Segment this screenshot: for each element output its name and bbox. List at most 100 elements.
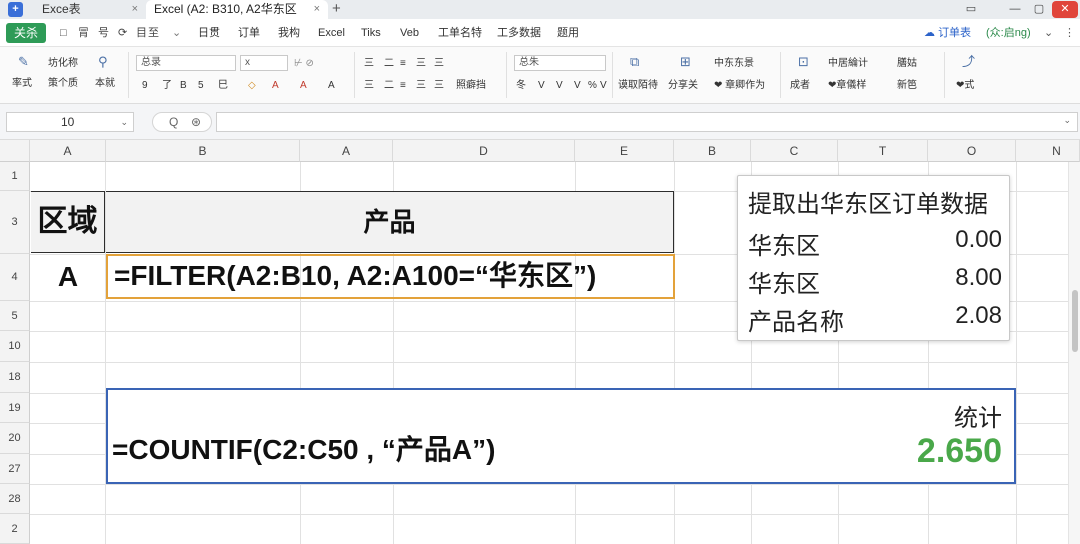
more-icon[interactable]: ⌄: [172, 25, 181, 41]
border-button[interactable]: 巳: [218, 79, 228, 92]
tool-label-1[interactable]: 坊化称: [48, 57, 78, 70]
number-tool-2[interactable]: V: [538, 79, 545, 92]
name-box[interactable]: 10 ⌄: [6, 112, 134, 132]
style-button[interactable]: ❤章儀样: [828, 79, 866, 92]
orders-button[interactable]: ☁ 订单表: [924, 25, 971, 41]
row-header[interactable]: 19: [0, 393, 30, 423]
align-right-icon[interactable]: ≡: [400, 79, 406, 92]
number-format-select[interactable]: 总朱: [514, 55, 606, 71]
distribute-icon[interactable]: 三: [434, 79, 444, 92]
menu-item-3[interactable]: 我构: [278, 25, 300, 41]
open-icon[interactable]: 冐: [78, 25, 89, 41]
save-icon[interactable]: 号: [98, 25, 109, 41]
insert-button[interactable]: 成者: [790, 79, 810, 92]
tab-close-icon[interactable]: ×: [132, 0, 138, 19]
text-effect-icon[interactable]: A: [328, 79, 335, 92]
row-header[interactable]: 27: [0, 454, 30, 484]
font-color-icon[interactable]: A: [272, 79, 279, 92]
tool-label-2[interactable]: 策个质: [48, 77, 78, 90]
column-header[interactable]: O: [928, 140, 1016, 162]
tab-excel-table[interactable]: Exce表 ×: [34, 0, 146, 19]
number-tool-3[interactable]: V: [556, 79, 563, 92]
number-tool-1[interactable]: 冬: [516, 79, 526, 92]
row-header[interactable]: 10: [0, 331, 30, 362]
column-header[interactable]: B: [106, 140, 300, 162]
minimize-icon[interactable]: —: [1004, 0, 1026, 19]
chevron-down-icon[interactable]: ⌄: [1063, 115, 1071, 126]
bold-button[interactable]: 9: [142, 79, 148, 92]
row-header[interactable]: 2: [0, 514, 30, 544]
layout-icon[interactable]: ▭: [960, 0, 982, 19]
cell-product-header[interactable]: 产品: [106, 191, 674, 253]
scrollbar-thumb[interactable]: [1072, 290, 1078, 352]
extra-button[interactable]: ❤式: [956, 79, 974, 92]
menu-item-2[interactable]: 订单: [238, 25, 260, 41]
close-window-icon[interactable]: ✕: [1052, 1, 1078, 18]
underline-button[interactable]: B: [180, 79, 187, 92]
format-painter-icon[interactable]: ✎: [18, 55, 29, 69]
cell-region-header[interactable]: 区域: [31, 191, 105, 253]
indent-icon[interactable]: 三: [416, 57, 426, 70]
menu-item-8[interactable]: 工多数据: [497, 25, 541, 41]
stats-button[interactable]: 中居綸计: [828, 57, 868, 70]
share-icon[interactable]: ⊞: [680, 55, 691, 69]
extract-button[interactable]: 谟取陌待: [618, 79, 658, 92]
row-header[interactable]: 18: [0, 362, 30, 393]
new-button[interactable]: 新笆: [897, 79, 917, 92]
percent-icon[interactable]: %: [588, 79, 597, 92]
expand-icon[interactable]: ⌄: [1044, 25, 1053, 41]
menu-item-9[interactable]: 题用: [557, 25, 579, 41]
column-header[interactable]: T: [838, 140, 928, 162]
row-header[interactable]: 1: [0, 162, 30, 191]
user-account[interactable]: (众:启ng): [986, 25, 1031, 41]
align-middle-icon[interactable]: 二: [384, 57, 394, 70]
menu-item-veb[interactable]: Veb: [400, 25, 419, 41]
share-button[interactable]: 分享关: [668, 79, 698, 92]
menu-item-7[interactable]: 工单名特: [438, 25, 482, 41]
align-center-icon[interactable]: 二: [384, 79, 394, 92]
app-logo-icon[interactable]: +: [8, 2, 23, 17]
menu-item-1[interactable]: 日贯: [198, 25, 220, 41]
chevron-down-icon[interactable]: ⌄: [120, 113, 128, 131]
format-label[interactable]: 率式: [12, 77, 32, 90]
outdent-icon[interactable]: 三: [434, 57, 444, 70]
group-button[interactable]: 中东东景: [714, 57, 754, 70]
extra-icon[interactable]: ⤴: [962, 55, 975, 69]
tab-close-icon[interactable]: ×: [314, 0, 320, 19]
clear-format-icon[interactable]: ⊬ ⊘: [294, 57, 314, 70]
cell-button[interactable]: 膳姑: [897, 57, 917, 70]
zoom-icon[interactable]: Q: [169, 113, 178, 131]
column-header[interactable]: B: [674, 140, 751, 162]
font-size-select[interactable]: x: [240, 55, 288, 71]
insert-icon[interactable]: ⊡: [798, 55, 809, 69]
column-header[interactable]: A: [30, 140, 106, 162]
select-all-corner[interactable]: [0, 140, 30, 162]
column-header[interactable]: C: [751, 140, 838, 162]
vertical-scrollbar[interactable]: [1068, 162, 1080, 544]
start-button[interactable]: 关杀: [6, 23, 46, 43]
wrap-text-button[interactable]: 照癖挡: [456, 79, 486, 92]
redo-icon[interactable]: ⟳: [118, 25, 127, 41]
row-header[interactable]: 20: [0, 423, 30, 454]
column-header[interactable]: D: [393, 140, 575, 162]
strike-button[interactable]: 5: [198, 79, 204, 92]
row-header[interactable]: 5: [0, 301, 30, 331]
number-tool-6[interactable]: V: [600, 79, 607, 92]
fill-color-icon[interactable]: ◇: [248, 79, 256, 92]
column-header[interactable]: N: [1016, 140, 1080, 162]
number-tool-4[interactable]: V: [574, 79, 581, 92]
formula-input[interactable]: ⌄: [216, 112, 1078, 132]
cell-filter-formula[interactable]: =FILTER(A2:B10, A2:A100=“华东区”): [106, 254, 675, 299]
column-header[interactable]: A: [300, 140, 393, 162]
font-name-select[interactable]: 总录: [136, 55, 236, 71]
menu-item-excel[interactable]: Excel: [318, 25, 345, 41]
row-header[interactable]: 28: [0, 484, 30, 514]
menu-item-tiks[interactable]: Tiks: [361, 25, 381, 41]
print-icon[interactable]: 目: [136, 25, 147, 41]
tab-active-workbook[interactable]: Excel (A2: B310, A2华东区 ×: [146, 0, 328, 19]
cell-region-value[interactable]: A: [31, 254, 105, 300]
italic-button[interactable]: 了: [162, 79, 172, 92]
justify-icon[interactable]: 三: [416, 79, 426, 92]
maximize-icon[interactable]: ▢: [1028, 0, 1050, 19]
align-bottom-icon[interactable]: ≡: [400, 57, 406, 70]
